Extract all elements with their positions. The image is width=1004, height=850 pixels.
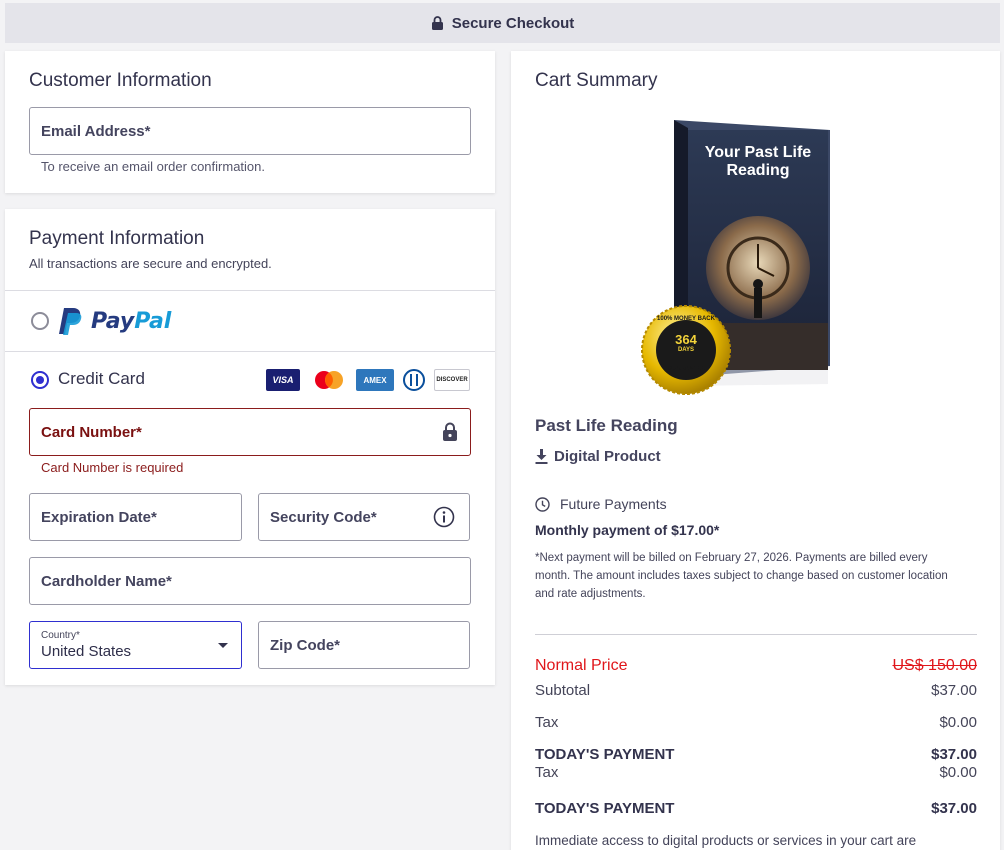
payment-subtitle: All transactions are secure and encrypte…: [29, 256, 272, 271]
credit-card-label[interactable]: Credit Card: [58, 369, 145, 389]
amex-icon: AMEX: [356, 369, 394, 391]
normal-price-label: Normal Price: [535, 657, 628, 674]
product-name: Past Life Reading: [535, 416, 678, 435]
mastercard-icon: [311, 369, 347, 391]
lock-icon: [431, 16, 443, 30]
monthly-payment: Monthly payment of $17.00*: [535, 522, 720, 538]
amex-text: AMEX: [363, 375, 387, 385]
card-number-label: Card Number*: [41, 423, 142, 441]
tax-value-duplicate: $0.00: [939, 766, 977, 780]
country-select[interactable]: Country* United States: [29, 621, 242, 669]
todays-payment-row: TODAY'S PAYMENT $37.00: [535, 746, 977, 763]
diners-club-icon: [401, 369, 427, 391]
cardholder-name-label: Cardholder Name*: [41, 572, 172, 590]
credit-card-radio[interactable]: [31, 371, 49, 389]
tax-row-duplicate: Tax $0.00: [535, 766, 977, 780]
country-select-value: United States: [41, 643, 132, 660]
paypal-wordmark: PayPal: [91, 309, 171, 334]
cart-summary-title: Cart Summary: [535, 70, 658, 91]
download-icon: [535, 449, 548, 464]
card-number-error: Card Number is required: [41, 460, 184, 475]
todays-payment-label: TODAY'S PAYMENT: [535, 746, 675, 763]
discover-icon: DISCOVER: [434, 369, 470, 391]
paypal-radio[interactable]: [31, 312, 49, 330]
email-helper-text: To receive an email order confirmation.: [41, 159, 265, 174]
seal-number: 364: [675, 332, 697, 347]
tax-label: Tax: [535, 714, 559, 731]
customer-information-title: Customer Information: [29, 70, 212, 91]
visa-text: VISA: [272, 375, 294, 385]
zip-code-field[interactable]: Zip Code*: [258, 621, 470, 669]
chevron-down-icon[interactable]: [217, 642, 229, 649]
product-type-label: Digital Product: [554, 448, 661, 465]
subtotal-label: Subtotal: [535, 682, 591, 699]
normal-price-row: Normal Price US$ 150.00: [535, 657, 977, 675]
seal-top-text: 100% MONEY BACK: [657, 316, 715, 322]
access-note: Immediate access to digital products or …: [535, 833, 917, 848]
payment-information-title: Payment Information: [29, 228, 205, 249]
paypal-wordmark-pay: Pay: [91, 309, 135, 334]
money-back-seal: 100% MONEY BACK: [650, 316, 722, 322]
security-code-label: Security Code*: [270, 508, 377, 526]
country-select-label: Country*: [41, 630, 80, 641]
divider: [535, 634, 977, 635]
seal-center: 364 DAYS: [666, 332, 706, 356]
product-type: Digital Product: [535, 448, 661, 465]
divider: [5, 351, 495, 352]
secure-checkout-title: Secure Checkout: [451, 14, 575, 32]
monthly-payment-note: *Next payment will be billed on February…: [535, 552, 948, 600]
product-box-title: Your Past Life Reading: [690, 144, 826, 180]
todays-payment-row-duplicate: TODAY'S PAYMENT $37.00: [535, 800, 977, 817]
tax-label-duplicate: Tax: [535, 766, 559, 780]
seal-bottom-text: GUARANTEE: [666, 366, 705, 372]
product-box-title-line1: Your Past Life: [704, 144, 812, 161]
seal-days: DAYS: [677, 347, 695, 353]
subtotal-value: $37.00: [931, 682, 977, 699]
todays-payment-label-duplicate: TODAY'S PAYMENT: [535, 800, 675, 817]
security-code-field[interactable]: Security Code*: [258, 493, 470, 541]
secure-checkout-bar: Secure Checkout: [5, 3, 1000, 43]
lock-icon: [443, 422, 457, 441]
product-box-title-line2: Reading: [726, 162, 790, 179]
email-field[interactable]: Email Address*: [29, 107, 471, 155]
visa-icon: VISA: [266, 369, 300, 391]
paypal-p-icon: [59, 308, 82, 335]
future-payments: Future Payments: [535, 496, 667, 512]
todays-payment-value-duplicate: $37.00: [931, 800, 977, 817]
subtotal-row: Subtotal $37.00: [535, 682, 977, 699]
email-field-label: Email Address*: [41, 122, 151, 140]
expiration-date-field[interactable]: Expiration Date*: [29, 493, 242, 541]
todays-payment-value: $37.00: [931, 746, 977, 763]
normal-price-value: US$ 150.00: [892, 657, 977, 674]
zip-code-label: Zip Code*: [270, 636, 340, 654]
tax-value: $0.00: [939, 714, 977, 731]
expiration-date-label: Expiration Date*: [41, 508, 157, 526]
cardholder-name-field[interactable]: Cardholder Name*: [29, 557, 471, 605]
paypal-wordmark-pal: Pal: [134, 309, 172, 334]
card-number-field[interactable]: Card Number*: [29, 408, 471, 456]
discover-text: DISCOVER: [436, 377, 468, 383]
future-payments-label: Future Payments: [560, 496, 667, 512]
tax-row: Tax $0.00: [535, 714, 977, 731]
info-icon[interactable]: [433, 506, 455, 528]
clock-icon: [535, 496, 550, 512]
